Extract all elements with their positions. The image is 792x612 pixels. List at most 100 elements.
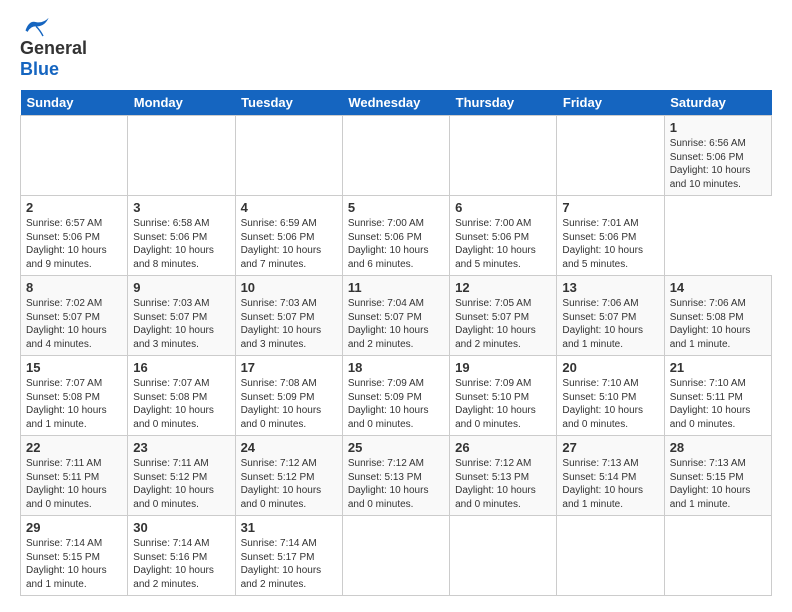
weekday-header-row: SundayMondayTuesdayWednesdayThursdayFrid… bbox=[21, 90, 772, 116]
calendar-cell bbox=[342, 116, 449, 196]
calendar-cell: 30 Sunrise: 7:14 AMSunset: 5:16 PMDayligh… bbox=[128, 516, 235, 596]
day-info: Sunrise: 7:12 AMSunset: 5:13 PMDaylight:… bbox=[348, 457, 444, 511]
day-number: 23 bbox=[133, 440, 229, 455]
calendar-cell: 1 Sunrise: 6:56 AMSunset: 5:06 PMDaylight… bbox=[664, 116, 771, 196]
calendar-cell: 9 Sunrise: 7:03 AMSunset: 5:07 PMDaylight… bbox=[128, 276, 235, 356]
calendar-cell: 18Sunrise: 7:09 AMSunset: 5:09 PMDayligh… bbox=[342, 356, 449, 436]
day-number: 9 bbox=[133, 280, 229, 295]
calendar-cell bbox=[557, 516, 664, 596]
day-info: Sunrise: 7:08 AMSunset: 5:09 PMDaylight:… bbox=[241, 377, 337, 431]
calendar-cell: 11Sunrise: 7:04 AMSunset: 5:07 PMDayligh… bbox=[342, 276, 449, 356]
calendar-cell: 23 Sunrise: 7:11 AMSunset: 5:12 PMDayligh… bbox=[128, 436, 235, 516]
day-number: 26 bbox=[455, 440, 551, 455]
calendar-cell: 2 Sunrise: 6:57 AMSunset: 5:06 PMDaylight… bbox=[21, 196, 128, 276]
day-number: 19 bbox=[455, 360, 551, 375]
day-number: 5 bbox=[348, 200, 444, 215]
day-info: Sunrise: 7:07 AMSunset: 5:08 PMDaylight:… bbox=[133, 377, 229, 431]
weekday-header-wednesday: Wednesday bbox=[342, 90, 449, 116]
day-info: Sunrise: 7:11 AMSunset: 5:12 PMDaylight:… bbox=[133, 457, 229, 511]
calendar-cell: 15Sunrise: 7:07 AMSunset: 5:08 PMDayligh… bbox=[21, 356, 128, 436]
logo-bird-icon bbox=[22, 16, 50, 38]
weekday-header-monday: Monday bbox=[128, 90, 235, 116]
day-info: Sunrise: 7:13 AMSunset: 5:14 PMDaylight:… bbox=[562, 457, 658, 511]
day-number: 14 bbox=[670, 280, 766, 295]
day-number: 1 bbox=[670, 120, 766, 135]
day-info: Sunrise: 6:56 AMSunset: 5:06 PMDaylight:… bbox=[670, 137, 766, 191]
calendar-week-2: 8 Sunrise: 7:02 AMSunset: 5:07 PMDaylight… bbox=[21, 276, 772, 356]
day-number: 20 bbox=[562, 360, 658, 375]
calendar-cell: 20 Sunrise: 7:10 AMSunset: 5:10 PMDayligh… bbox=[557, 356, 664, 436]
weekday-header-friday: Friday bbox=[557, 90, 664, 116]
calendar-cell: 12 Sunrise: 7:05 AMSunset: 5:07 PMDayligh… bbox=[450, 276, 557, 356]
calendar-cell bbox=[235, 116, 342, 196]
day-number: 31 bbox=[241, 520, 337, 535]
calendar-cell: 10Sunrise: 7:03 AMSunset: 5:07 PMDayligh… bbox=[235, 276, 342, 356]
calendar-cell: 8 Sunrise: 7:02 AMSunset: 5:07 PMDaylight… bbox=[21, 276, 128, 356]
day-number: 17 bbox=[241, 360, 337, 375]
day-info: Sunrise: 6:59 AMSunset: 5:06 PMDaylight:… bbox=[241, 217, 337, 271]
day-number: 8 bbox=[26, 280, 122, 295]
calendar-cell: 27 Sunrise: 7:13 AMSunset: 5:14 PMDayligh… bbox=[557, 436, 664, 516]
day-number: 6 bbox=[455, 200, 551, 215]
weekday-header-thursday: Thursday bbox=[450, 90, 557, 116]
day-number: 28 bbox=[670, 440, 766, 455]
weekday-header-saturday: Saturday bbox=[664, 90, 771, 116]
day-number: 30 bbox=[133, 520, 229, 535]
calendar-cell bbox=[342, 516, 449, 596]
day-number: 27 bbox=[562, 440, 658, 455]
day-number: 13 bbox=[562, 280, 658, 295]
calendar-cell bbox=[128, 116, 235, 196]
calendar-cell: 26 Sunrise: 7:12 AMSunset: 5:13 PMDayligh… bbox=[450, 436, 557, 516]
day-info: Sunrise: 7:09 AMSunset: 5:10 PMDaylight:… bbox=[455, 377, 551, 431]
calendar-week-4: 22 Sunrise: 7:11 AMSunset: 5:11 PMDayligh… bbox=[21, 436, 772, 516]
calendar-cell: 29 Sunrise: 7:14 AMSunset: 5:15 PMDayligh… bbox=[21, 516, 128, 596]
day-info: Sunrise: 7:02 AMSunset: 5:07 PMDaylight:… bbox=[26, 297, 122, 351]
calendar-cell: 22 Sunrise: 7:11 AMSunset: 5:11 PMDayligh… bbox=[21, 436, 128, 516]
calendar-cell bbox=[664, 516, 771, 596]
calendar-cell: 6 Sunrise: 7:00 AMSunset: 5:06 PMDaylight… bbox=[450, 196, 557, 276]
day-number: 11 bbox=[348, 280, 444, 295]
day-info: Sunrise: 7:14 AMSunset: 5:17 PMDaylight:… bbox=[241, 537, 337, 591]
page: General Blue SundayMondayTuesdayWednesda… bbox=[0, 0, 792, 606]
logo: General Blue bbox=[20, 16, 87, 80]
day-info: Sunrise: 7:14 AMSunset: 5:16 PMDaylight:… bbox=[133, 537, 229, 591]
day-number: 15 bbox=[26, 360, 122, 375]
day-number: 4 bbox=[241, 200, 337, 215]
calendar-table: SundayMondayTuesdayWednesdayThursdayFrid… bbox=[20, 90, 772, 596]
day-info: Sunrise: 6:57 AMSunset: 5:06 PMDaylight:… bbox=[26, 217, 122, 271]
day-number: 7 bbox=[562, 200, 658, 215]
day-number: 18 bbox=[348, 360, 444, 375]
day-info: Sunrise: 7:11 AMSunset: 5:11 PMDaylight:… bbox=[26, 457, 122, 511]
day-info: Sunrise: 7:03 AMSunset: 5:07 PMDaylight:… bbox=[133, 297, 229, 351]
calendar-week-0: 1 Sunrise: 6:56 AMSunset: 5:06 PMDaylight… bbox=[21, 116, 772, 196]
calendar-cell: 13Sunrise: 7:06 AMSunset: 5:07 PMDayligh… bbox=[557, 276, 664, 356]
day-number: 29 bbox=[26, 520, 122, 535]
calendar-cell: 28 Sunrise: 7:13 AMSunset: 5:15 PMDayligh… bbox=[664, 436, 771, 516]
weekday-header-sunday: Sunday bbox=[21, 90, 128, 116]
calendar-week-5: 29 Sunrise: 7:14 AMSunset: 5:15 PMDayligh… bbox=[21, 516, 772, 596]
calendar-cell: 7Sunrise: 7:01 AMSunset: 5:06 PMDaylight… bbox=[557, 196, 664, 276]
calendar-cell bbox=[450, 516, 557, 596]
day-info: Sunrise: 7:00 AMSunset: 5:06 PMDaylight:… bbox=[455, 217, 551, 271]
day-info: Sunrise: 7:14 AMSunset: 5:15 PMDaylight:… bbox=[26, 537, 122, 591]
day-number: 3 bbox=[133, 200, 229, 215]
day-number: 25 bbox=[348, 440, 444, 455]
day-info: Sunrise: 7:12 AMSunset: 5:13 PMDaylight:… bbox=[455, 457, 551, 511]
day-info: Sunrise: 7:06 AMSunset: 5:08 PMDaylight:… bbox=[670, 297, 766, 351]
weekday-header-tuesday: Tuesday bbox=[235, 90, 342, 116]
calendar-cell: 5 Sunrise: 7:00 AMSunset: 5:06 PMDaylight… bbox=[342, 196, 449, 276]
calendar-cell: 3Sunrise: 6:58 AMSunset: 5:06 PMDaylight… bbox=[128, 196, 235, 276]
logo-text: General Blue bbox=[20, 38, 87, 80]
calendar-cell: 14 Sunrise: 7:06 AMSunset: 5:08 PMDayligh… bbox=[664, 276, 771, 356]
day-info: Sunrise: 7:05 AMSunset: 5:07 PMDaylight:… bbox=[455, 297, 551, 351]
day-number: 12 bbox=[455, 280, 551, 295]
day-info: Sunrise: 7:10 AMSunset: 5:10 PMDaylight:… bbox=[562, 377, 658, 431]
calendar-cell: 17 Sunrise: 7:08 AMSunset: 5:09 PMDayligh… bbox=[235, 356, 342, 436]
day-number: 21 bbox=[670, 360, 766, 375]
day-info: Sunrise: 7:13 AMSunset: 5:15 PMDaylight:… bbox=[670, 457, 766, 511]
day-number: 2 bbox=[26, 200, 122, 215]
calendar-cell bbox=[450, 116, 557, 196]
day-number: 22 bbox=[26, 440, 122, 455]
day-info: Sunrise: 7:00 AMSunset: 5:06 PMDaylight:… bbox=[348, 217, 444, 271]
calendar-cell: 16Sunrise: 7:07 AMSunset: 5:08 PMDayligh… bbox=[128, 356, 235, 436]
